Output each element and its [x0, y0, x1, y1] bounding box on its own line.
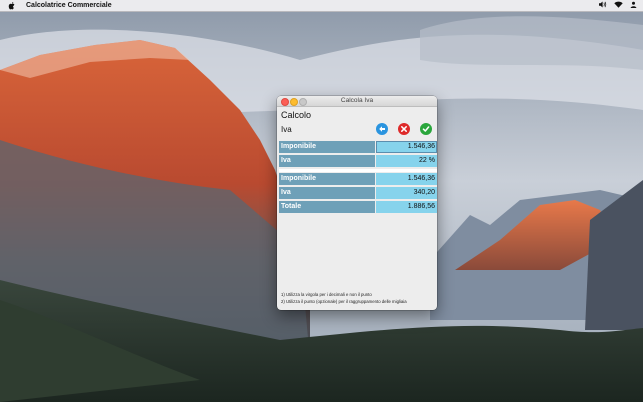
input-row-iva: Iva 22 %	[279, 155, 437, 167]
calculation-type-label: Iva	[281, 125, 292, 134]
input-label: Iva	[279, 155, 375, 167]
user-icon[interactable]	[630, 1, 637, 8]
section-divider	[279, 169, 437, 172]
result-row-iva: Iva 340,20	[279, 187, 437, 199]
close-icon	[401, 126, 407, 132]
result-value: 340,20	[376, 187, 437, 199]
input-row-imponibile: Imponibile 1.546,36	[279, 141, 437, 153]
note-line: 1) Utilizza la virgola per i decimali e …	[281, 292, 372, 297]
input-label: Imponibile	[279, 141, 375, 153]
iva-percent-input[interactable]: 22 %	[376, 155, 437, 167]
cancel-button[interactable]	[398, 123, 410, 135]
result-row-totale: Totale 1.886,56	[279, 201, 437, 213]
volume-icon[interactable]	[599, 1, 607, 8]
usage-notes: 1) Utilizza la virgola per i decimali e …	[281, 291, 407, 305]
note-line: 2) Utilizza il punto (opzionale) per il …	[281, 299, 407, 304]
app-menu-name[interactable]: Calcolatrice Commerciale	[26, 2, 112, 9]
confirm-button[interactable]	[420, 123, 432, 135]
result-value: 1.886,56	[376, 201, 437, 213]
result-row-imponibile: Imponibile 1.546,36	[279, 173, 437, 185]
result-label: Totale	[279, 201, 375, 213]
page-title: Calcolo	[281, 110, 312, 120]
wifi-icon[interactable]	[614, 1, 623, 8]
result-label: Iva	[279, 187, 375, 199]
window-titlebar[interactable]: Calcola Iva	[277, 96, 437, 107]
status-icons	[599, 1, 637, 8]
window-title: Calcola Iva	[340, 97, 374, 104]
calcola-iva-window: Calcola Iva Calcolo Iva Imponibile 1.546…	[277, 96, 437, 310]
imponibile-input[interactable]: 1.546,36	[376, 141, 437, 153]
arrow-left-icon	[379, 126, 385, 132]
checkmark-icon	[422, 126, 430, 132]
result-label: Imponibile	[279, 173, 375, 185]
result-value: 1.546,36	[376, 173, 437, 185]
apple-icon[interactable]	[8, 1, 16, 10]
back-button[interactable]	[376, 123, 388, 135]
menu-bar: Calcolatrice Commerciale	[0, 0, 643, 12]
